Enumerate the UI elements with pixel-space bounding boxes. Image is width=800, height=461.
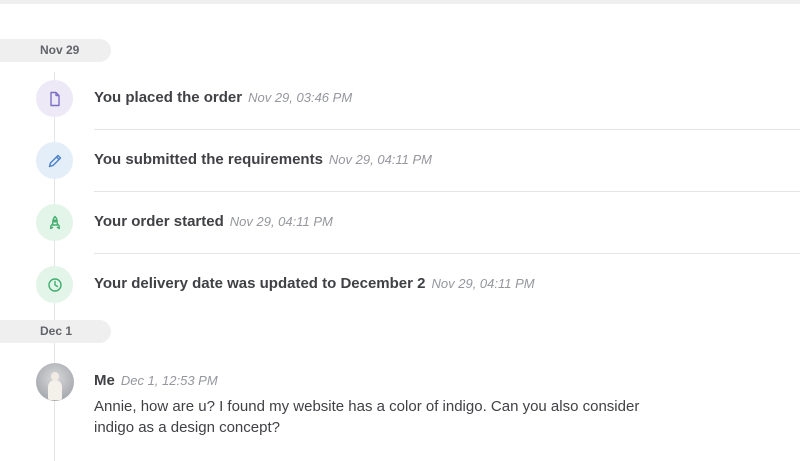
message: Me Dec 1, 12:53 PM Annie, how are u? I fo… [0, 360, 800, 461]
rocket-icon [36, 204, 73, 241]
event-title: You submitted the requirements [94, 151, 323, 168]
sender-name: Me [94, 372, 115, 389]
event-title: Your order started [94, 213, 224, 230]
event-time: Nov 29, 03:46 PM [248, 90, 353, 105]
date-label: Nov 29 [0, 39, 111, 62]
event-time: Nov 29, 04:11 PM [431, 276, 535, 291]
avatar[interactable] [36, 363, 74, 401]
top-bar [0, 0, 800, 4]
document-icon [36, 80, 73, 117]
timeline-event: You placed the order Nov 29, 03:46 PM [0, 68, 800, 130]
message-time: Dec 1, 12:53 PM [120, 373, 218, 388]
event-title: Your delivery date was updated to Decemb… [94, 275, 426, 292]
event-time: Nov 29, 04:11 PM [328, 152, 433, 167]
event-title: You placed the order [94, 89, 243, 106]
timeline-event: Your order started Nov 29, 04:11 PM [0, 192, 800, 254]
message-text: Annie, how are u? I found my website has… [94, 398, 640, 436]
timeline-event: You submitted the requirements Nov 29, 04… [0, 130, 800, 192]
timeline-event: Your delivery date was updated to Decemb… [0, 254, 800, 316]
date-label: Dec 1 [0, 320, 111, 343]
clock-icon [36, 266, 73, 303]
event-time: Nov 29, 04:11 PM [229, 214, 333, 229]
pencil-icon [36, 142, 73, 179]
